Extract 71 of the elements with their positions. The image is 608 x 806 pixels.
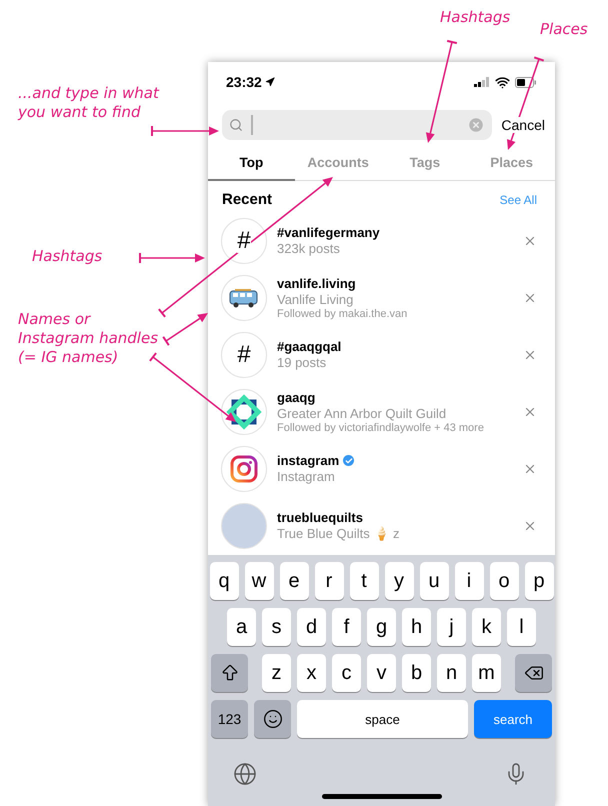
result-name[interactable]: #vanlifegermany — [277, 225, 380, 240]
result-detail: Followed by victoriafindlaywolfe + 43 more — [277, 422, 485, 434]
letter-key[interactable]: n — [437, 654, 466, 692]
letter-key[interactable]: m — [472, 654, 501, 692]
result-name[interactable]: vanlife.living — [277, 276, 356, 290]
letter-key[interactable]: k — [472, 608, 501, 646]
globe-icon[interactable] — [233, 762, 257, 786]
letter-key[interactable]: a — [227, 608, 256, 646]
hashtag-avatar: # — [221, 218, 267, 264]
result-name[interactable]: truebluequilts — [277, 510, 363, 525]
signal-icon — [474, 77, 490, 87]
annotation-note: Hashtags — [440, 8, 510, 27]
letter-key[interactable]: c — [332, 654, 361, 692]
logo-avatar — [221, 388, 267, 434]
annotation-arrow — [151, 126, 219, 136]
annotation-note: ...and type in what you want to find — [18, 84, 159, 122]
result-subtitle: 19 posts — [277, 355, 328, 370]
letter-key[interactable]: s — [262, 608, 291, 646]
letter-key[interactable]: z — [262, 654, 291, 692]
letter-key[interactable]: u — [420, 562, 448, 600]
hashtag-avatar: # — [221, 332, 267, 378]
tab[interactable]: Top — [208, 146, 295, 181]
search-icon — [229, 118, 243, 132]
photo-placeholder — [221, 502, 267, 548]
wifi-icon — [495, 74, 510, 90]
result-name[interactable]: gaaqg — [277, 390, 316, 404]
letter-key[interactable]: x — [297, 654, 326, 692]
letter-key[interactable]: v — [367, 654, 396, 692]
status-time: 23:32 — [226, 74, 275, 90]
result-subtitle: Vanlife Living — [277, 292, 354, 306]
letter-key[interactable]: j — [437, 608, 466, 646]
numbers-key[interactable]: 123 — [211, 700, 248, 738]
result-subtitle: Greater Ann Arbor Quilt Guild — [277, 406, 448, 420]
location-arrow-icon — [264, 77, 275, 87]
letter-key[interactable]: y — [384, 562, 414, 600]
shift-icon — [220, 663, 240, 683]
letter-key[interactable]: i — [454, 562, 484, 600]
letter-key[interactable]: d — [297, 608, 326, 646]
letter-key[interactable]: h — [402, 608, 431, 646]
annotation-note: Hashtags — [32, 247, 102, 266]
letter-key[interactable]: e — [280, 562, 308, 600]
space-key[interactable]: space — [297, 700, 468, 738]
emoji-key[interactable] — [254, 700, 291, 738]
letter-key[interactable]: w — [244, 562, 274, 600]
letter-key[interactable]: b — [402, 654, 431, 692]
result-subtitle: Instagram — [277, 469, 336, 484]
letter-key[interactable]: p — [524, 562, 554, 600]
search-field[interactable] — [222, 110, 492, 140]
section-title: Recent — [222, 191, 272, 208]
result-name[interactable]: #gaaqgqal — [277, 339, 342, 354]
result-subtitle: True Blue Quilts 🍦 z — [277, 526, 400, 541]
van-avatar — [221, 274, 267, 320]
result-detail: Followed by makai.the.van — [277, 308, 408, 320]
annotation-note: Places — [540, 20, 588, 39]
camera-logo-avatar — [221, 446, 267, 492]
shift-key[interactable] — [211, 654, 248, 692]
letter-key[interactable]: l — [507, 608, 536, 646]
letter-key[interactable]: r — [314, 562, 344, 600]
letter-key[interactable]: t — [350, 562, 378, 600]
result-name[interactable]: instagram — [277, 453, 340, 468]
letter-key[interactable]: q — [210, 562, 238, 600]
result-subtitle: 323k posts — [277, 241, 341, 256]
delete-key[interactable] — [515, 654, 552, 692]
letter-key[interactable]: f — [332, 608, 361, 646]
annotation-note: Names or Instagram handles (= IG names) — [18, 310, 158, 367]
letter-key[interactable]: o — [490, 562, 518, 600]
smiley-icon — [262, 709, 282, 729]
cancel-button[interactable]: Cancel — [501, 117, 545, 133]
letter-key[interactable]: g — [367, 608, 396, 646]
search-key[interactable]: search — [474, 700, 552, 738]
battery-icon — [515, 76, 537, 88]
